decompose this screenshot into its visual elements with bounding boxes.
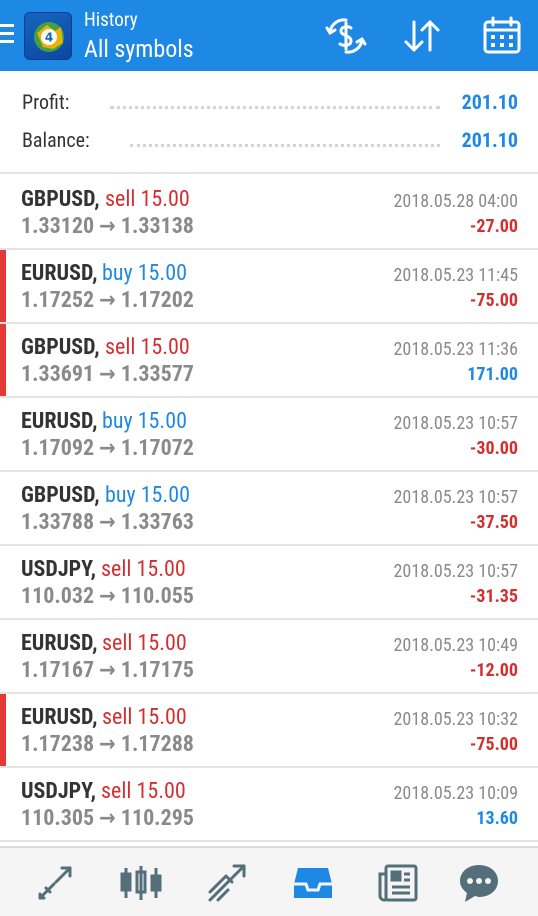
trade-profit: 171.00	[467, 364, 518, 385]
trade-time: 2018.05.23 10:57	[393, 413, 518, 434]
trade-row[interactable]: EURUSD, sell 15.00 1.17167 → 1.17175 2018.0…	[0, 620, 538, 694]
trade-symbol: USDJPY,	[21, 557, 96, 582]
trade-row[interactable]: EURUSD, sell 15.00 1.17238 → 1.17288 2018.0…	[0, 694, 538, 768]
trade-prices: 1.17092 → 1.17072	[21, 436, 194, 461]
menu-icon[interactable]	[0, 24, 14, 46]
trade-prices: 1.33120 → 1.33138	[21, 214, 194, 239]
trade-time: 2018.05.28 04:00	[393, 191, 518, 212]
trade-prices: 1.17167 → 1.17175	[21, 658, 194, 683]
trade-profit: 13.60	[476, 808, 518, 829]
profit-row: Profit: 201.10	[22, 90, 518, 120]
trade-symbol: GBPUSD,	[21, 335, 100, 360]
trade-symbol: GBPUSD,	[21, 187, 100, 212]
trade-profit: -37.50	[469, 512, 518, 533]
balance-value: 201.10	[461, 128, 518, 152]
svg-text:4: 4	[45, 31, 53, 45]
chart-icon[interactable]	[118, 860, 164, 906]
trade-profit: -27.00	[469, 216, 518, 237]
trade-time: 2018.05.23 11:45	[393, 265, 518, 286]
trade-symbol: EURUSD,	[21, 631, 98, 656]
trade-direction: sell 15.00	[105, 187, 190, 212]
trade-time: 2018.05.23 10:57	[393, 561, 518, 582]
balance-label: Balance:	[22, 128, 90, 152]
app-header: 4 History All symbols	[0, 0, 538, 71]
calendar-icon[interactable]	[480, 14, 524, 58]
trade-direction: sell 15.00	[101, 779, 186, 804]
trade-prices: 110.305 → 110.295	[21, 806, 194, 831]
trade-row[interactable]: USDJPY, sell 15.00 110.305 → 110.295 2018.0…	[0, 768, 538, 842]
trade-profit: -30.00	[469, 438, 518, 459]
trade-direction: buy 15.00	[105, 483, 190, 508]
trade-time: 2018.05.23 10:32	[393, 709, 518, 730]
trade-prices: 1.17252 → 1.17202	[21, 288, 194, 313]
trade-prices: 110.032 → 110.055	[21, 584, 194, 609]
trade-time: 2018.05.23 10:09	[393, 783, 518, 804]
trade-row[interactable]: EURUSD, buy 15.00 1.17092 → 1.17072 2018.05…	[0, 398, 538, 472]
trade-direction: sell 15.00	[102, 705, 187, 730]
account-summary: Profit: 201.10 Balance: 201.10	[0, 71, 538, 174]
trade-symbol: USDJPY,	[21, 779, 96, 804]
dotted-leader	[110, 106, 440, 109]
trade-direction: sell 15.00	[101, 557, 186, 582]
app-logo: 4	[24, 12, 72, 60]
sort-icon[interactable]	[400, 14, 444, 58]
bottom-navigation	[0, 846, 538, 916]
trade-history-list: GBPUSD, sell 15.00 1.33120 → 1.33138 2018.0…	[0, 176, 538, 842]
trade-row[interactable]: GBPUSD, sell 15.00 1.33120 → 1.33138 2018.0…	[0, 176, 538, 250]
currency-exchange-icon[interactable]	[324, 14, 368, 58]
trade-symbol: EURUSD,	[21, 409, 98, 434]
trade-marker	[0, 694, 6, 766]
trade-profit: -75.00	[469, 734, 518, 755]
profit-label: Profit:	[22, 90, 70, 114]
trade-prices: 1.33788 → 1.33763	[21, 510, 194, 535]
history-icon[interactable]	[290, 860, 336, 906]
trade-profit: -75.00	[469, 290, 518, 311]
trade-prices: 1.17238 → 1.17288	[21, 732, 194, 757]
trade-profit: -31.35	[469, 586, 518, 607]
trade-row[interactable]: USDJPY, sell 15.00 110.032 → 110.055 2018.0…	[0, 546, 538, 620]
trade-time: 2018.05.23 10:57	[393, 487, 518, 508]
trade-direction: sell 15.00	[102, 631, 187, 656]
trade-marker	[0, 324, 6, 396]
dotted-leader	[130, 144, 440, 147]
trade-marker	[0, 250, 6, 322]
news-icon[interactable]	[376, 860, 422, 906]
profit-value: 201.10	[461, 90, 518, 114]
header-subtitle: History	[84, 8, 138, 31]
trade-symbol: EURUSD,	[21, 261, 98, 286]
trade-time: 2018.05.23 10:49	[393, 635, 518, 656]
trade-row[interactable]: GBPUSD, sell 15.00 1.33691 → 1.33577 2018.0…	[0, 324, 538, 398]
trade-row[interactable]: EURUSD, buy 15.00 1.17252 → 1.17202 2018.05…	[0, 250, 538, 324]
trade-direction: buy 15.00	[102, 409, 187, 434]
trade-time: 2018.05.23 11:36	[393, 339, 518, 360]
trade-icon[interactable]	[204, 860, 250, 906]
chat-icon[interactable]	[456, 860, 502, 906]
trade-symbol: EURUSD,	[21, 705, 98, 730]
quotes-icon[interactable]	[32, 860, 78, 906]
header-title[interactable]: All symbols	[84, 35, 194, 63]
trade-row[interactable]: GBPUSD, buy 15.00 1.33788 → 1.33763 2018.05…	[0, 472, 538, 546]
trade-profit: -12.00	[469, 660, 518, 681]
trade-prices: 1.33691 → 1.33577	[21, 362, 194, 387]
trade-direction: buy 15.00	[102, 261, 187, 286]
balance-row: Balance: 201.10	[22, 128, 518, 158]
trade-direction: sell 15.00	[105, 335, 190, 360]
trade-symbol: GBPUSD,	[21, 483, 100, 508]
